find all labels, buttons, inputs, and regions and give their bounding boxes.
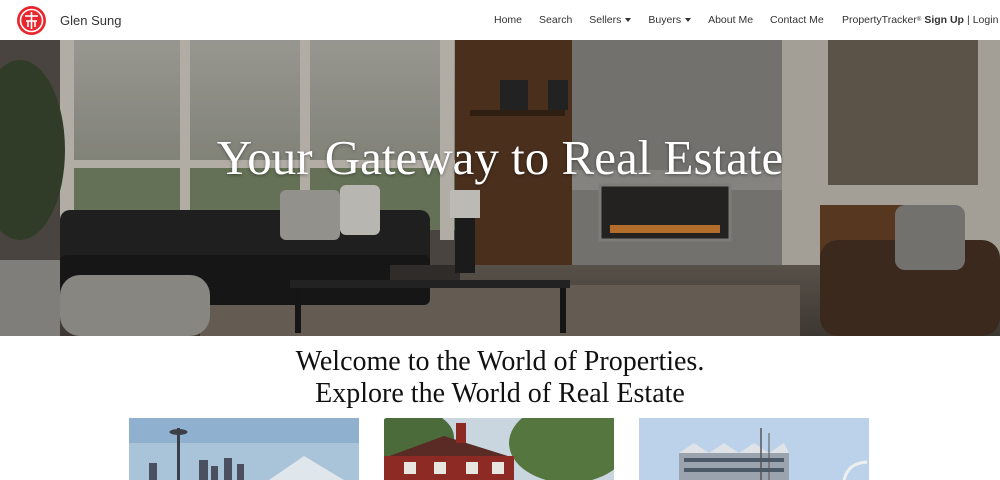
- property-tracker: PropertyTracker ® Sign Up | Login: [842, 0, 998, 40]
- caret-down-icon: [625, 18, 632, 22]
- property-card-red-house[interactable]: [384, 418, 614, 480]
- seattle-skyline-image: [129, 418, 359, 480]
- welcome-line-2: Explore the World of Real Estate: [315, 378, 685, 409]
- nav-contact-me[interactable]: Contact Me: [770, 14, 824, 26]
- property-card-waterfront[interactable]: [639, 418, 869, 480]
- main-nav: Home Search Sellers Buyers About Me Cont…: [494, 0, 841, 40]
- property-card-seattle[interactable]: [129, 418, 359, 480]
- welcome-line-1: Welcome to the World of Properties.: [295, 346, 705, 377]
- nav-about-me[interactable]: About Me: [708, 14, 753, 26]
- ring-logo-icon: [17, 5, 46, 35]
- nav-contact-label: Contact Me: [770, 14, 824, 26]
- registered-mark: ®: [916, 17, 922, 23]
- nav-home[interactable]: Home: [494, 14, 522, 26]
- top-navbar: Glen Sung Home Search Sellers Buyers Abo…: [0, 0, 1000, 40]
- login-link[interactable]: Login: [973, 14, 999, 26]
- brand-name: Glen Sung: [60, 12, 122, 28]
- waterfront-building-image: [639, 418, 869, 480]
- brand-link[interactable]: Glen Sung: [17, 5, 122, 35]
- caret-down-icon: [685, 18, 692, 22]
- nav-search[interactable]: Search: [539, 14, 572, 26]
- nav-home-label: Home: [494, 14, 523, 26]
- nav-buyers-label: Buyers: [648, 14, 682, 26]
- nav-sellers-label: Sellers: [589, 14, 622, 26]
- sign-up-link[interactable]: Sign Up: [924, 14, 964, 26]
- nav-about-label: About Me: [708, 14, 754, 26]
- tracker-name: PropertyTracker: [842, 14, 917, 26]
- red-house-image: [384, 418, 614, 480]
- hero-title: Your Gateway to Real Estate: [216, 130, 784, 185]
- nav-buyers-dropdown[interactable]: Buyers: [648, 14, 692, 26]
- nav-sellers-dropdown[interactable]: Sellers: [589, 14, 632, 26]
- living-room-photo: [0, 40, 1000, 336]
- nav-search-label: Search: [539, 14, 573, 26]
- hero-banner: Your Gateway to Real Estate: [0, 40, 1000, 336]
- separator: |: [966, 14, 970, 26]
- welcome-heading: Welcome to the World of Properties. Expl…: [0, 346, 1000, 410]
